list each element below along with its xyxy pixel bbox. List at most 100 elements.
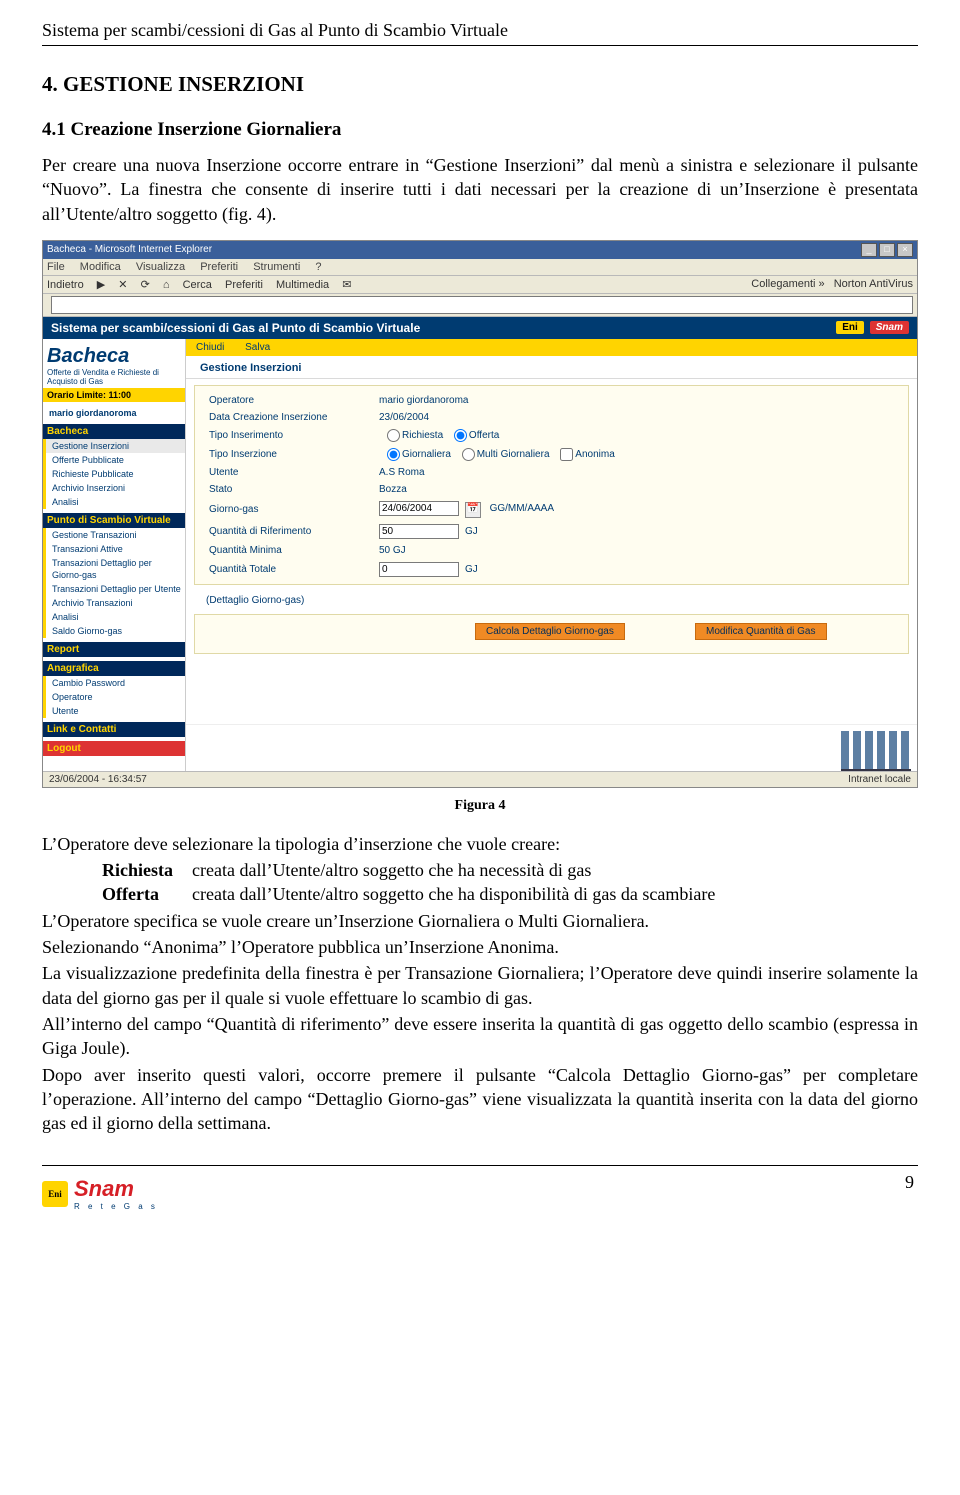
val-richiesta: creata dall’Utente/altro soggetto che ha…	[192, 860, 591, 880]
page-number: 9	[905, 1172, 918, 1193]
label-dettaglio-giorno: (Dettaglio Giorno-gas)	[186, 591, 917, 608]
status-timestamp: 23/06/2004 - 16:34:57	[49, 774, 147, 785]
intro-paragraph: Per creare una nuova Inserzione occorre …	[42, 153, 918, 226]
refresh-icon[interactable]: ⟳	[141, 279, 150, 291]
menu-preferiti[interactable]: Preferiti	[200, 261, 238, 273]
input-quantita-tot[interactable]	[379, 562, 459, 577]
sidebar-item-operatore[interactable]: Operatore	[43, 690, 185, 704]
minimize-icon[interactable]: _	[861, 243, 877, 257]
favorites-button[interactable]: Preferiti	[225, 279, 263, 291]
body-p3: Selezionando “Anonima” l’Operatore pubbl…	[42, 935, 918, 959]
sidebar-logout[interactable]: Logout	[43, 741, 185, 756]
value-operatore: mario giordanoroma	[379, 395, 894, 406]
label-tipo-inserimento: Tipo Inserimento	[209, 430, 379, 441]
bacheca-logo: Bacheca	[43, 339, 185, 368]
radio-giornaliera[interactable]	[387, 448, 400, 461]
pipes-icon	[841, 731, 911, 771]
search-button[interactable]: Cerca	[183, 279, 212, 291]
sidebar-item-trans-dett-utente[interactable]: Transazioni Dettaglio per Utente	[43, 582, 185, 596]
label-data-creazione: Data Creazione Inserzione	[209, 412, 379, 423]
value-utente: A.S Roma	[379, 467, 894, 478]
status-zone: Intranet locale	[848, 774, 911, 785]
radio-offerta-label: Offerta	[469, 430, 499, 441]
footer-snam-icon: Snam R e t e G a s	[74, 1176, 158, 1211]
checkbox-anonima-label: Anonima	[575, 449, 614, 460]
radio-multi-giornaliera[interactable]	[462, 448, 475, 461]
radio-richiesta[interactable]	[387, 429, 400, 442]
app-title: Sistema per scambi/cessioni di Gas al Pu…	[51, 321, 420, 335]
sidebar-group-link[interactable]: Link e Contatti	[43, 722, 185, 737]
form-area: Operatoremario giordanoroma Data Creazio…	[194, 385, 909, 585]
close-icon[interactable]: ×	[897, 243, 913, 257]
label-quantita-tot: Quantità Totale	[209, 564, 379, 575]
sidebar-item-analisi-bacheca[interactable]: Analisi	[43, 495, 185, 509]
menu-help[interactable]: ?	[315, 261, 321, 273]
unit-qrif: GJ	[465, 526, 478, 537]
address-input[interactable]	[51, 296, 913, 314]
value-quantita-min: 50 GJ	[379, 545, 894, 556]
sidebar-item-archivio-transazioni[interactable]: Archivio Transazioni	[43, 596, 185, 610]
checkbox-anonima[interactable]	[560, 448, 573, 461]
unit-qtot: GJ	[465, 564, 478, 575]
sidebar-item-offerte[interactable]: Offerte Pubblicate	[43, 453, 185, 467]
input-quantita-rif[interactable]	[379, 524, 459, 539]
antivirus-label[interactable]: Norton AntiVirus	[834, 278, 913, 290]
address-bar	[43, 294, 917, 317]
multimedia-button[interactable]: Multimedia	[276, 279, 329, 291]
body-text: L’Operatore deve selezionare la tipologi…	[42, 832, 918, 1136]
val-offerta: creata dall’Utente/altro soggetto che ha…	[192, 884, 715, 904]
sidebar-item-archivio-inserzioni[interactable]: Archivio Inserzioni	[43, 481, 185, 495]
footer-retegas-text: R e t e G a s	[74, 1202, 158, 1211]
sidebar-user: mario giordanoroma	[43, 402, 185, 424]
eni-logo-icon: Eni	[836, 321, 864, 334]
radio-richiesta-label: Richiesta	[402, 430, 443, 441]
label-quantita-rif: Quantità di Riferimento	[209, 526, 379, 537]
window-titlebar: Bacheca - Microsoft Internet Explorer _ …	[43, 241, 917, 259]
sidebar-group-report[interactable]: Report	[43, 642, 185, 657]
sidebar-item-analisi-psv[interactable]: Analisi	[43, 610, 185, 624]
calendar-icon[interactable]: 📅	[465, 502, 481, 518]
menubar[interactable]: File Modifica Visualizza Preferiti Strum…	[43, 259, 917, 276]
radio-offerta[interactable]	[454, 429, 467, 442]
input-giorno-gas[interactable]	[379, 501, 459, 516]
sidebar-item-gestione-inserzioni[interactable]: Gestione Inserzioni	[43, 439, 185, 453]
body-p5: All’interno del campo “Quantità di rifer…	[42, 1012, 918, 1061]
screenshot-window: Bacheca - Microsoft Internet Explorer _ …	[42, 240, 918, 788]
tab-chiudi[interactable]: Chiudi	[196, 342, 224, 353]
sidebar-item-richieste[interactable]: Richieste Pubblicate	[43, 467, 185, 481]
links-label[interactable]: Collegamenti »	[751, 278, 824, 290]
window-title: Bacheca - Microsoft Internet Explorer	[47, 244, 212, 255]
back-button[interactable]: Indietro	[47, 279, 84, 291]
sidebar-item-gestione-transazioni[interactable]: Gestione Transazioni	[43, 528, 185, 542]
sidebar-item-saldo[interactable]: Saldo Giorno-gas	[43, 624, 185, 638]
snam-logo-icon: Snam	[870, 321, 909, 334]
body-p1: L’Operatore deve selezionare la tipologi…	[42, 832, 918, 856]
home-icon[interactable]: ⌂	[163, 279, 170, 291]
radio-multi-giornaliera-label: Multi Giornaliera	[477, 449, 550, 460]
sidebar-item-transazioni-attive[interactable]: Transazioni Attive	[43, 542, 185, 556]
body-p4: La visualizzazione predefinita della fin…	[42, 961, 918, 1010]
menu-modifica[interactable]: Modifica	[80, 261, 121, 273]
bottom-rule	[42, 1165, 918, 1166]
orario-limite: Orario Limite: 11:00	[43, 388, 185, 402]
tab-salva[interactable]: Salva	[245, 342, 270, 353]
mail-icon[interactable]: ✉	[342, 279, 351, 291]
calcola-dettaglio-button[interactable]: Calcola Dettaglio Giorno-gas	[475, 623, 625, 640]
menu-strumenti[interactable]: Strumenti	[253, 261, 300, 273]
footer-snam-text: Snam	[74, 1176, 134, 1201]
sidebar-item-cambio-password[interactable]: Cambio Password	[43, 676, 185, 690]
sidebar-item-trans-dett-giorno[interactable]: Transazioni Dettaglio per Giorno-gas	[43, 556, 185, 582]
menu-file[interactable]: File	[47, 261, 65, 273]
action-tabs: Chiudi Salva	[186, 339, 917, 356]
section-title: 4. GESTIONE INSERZIONI	[42, 72, 918, 97]
toolbar: Indietro ▶ ✕ ⟳ ⌂ Cerca Preferiti Multime…	[43, 276, 917, 294]
stop-icon[interactable]: ✕	[118, 279, 127, 291]
radio-giornaliera-label: Giornaliera	[402, 449, 451, 460]
maximize-icon[interactable]: □	[879, 243, 895, 257]
doc-header: Sistema per scambi/cessioni di Gas al Pu…	[42, 20, 918, 41]
forward-icon[interactable]: ▶	[97, 279, 105, 291]
modifica-quantita-button[interactable]: Modifica Quantità di Gas	[695, 623, 827, 640]
sidebar-item-utente[interactable]: Utente	[43, 704, 185, 718]
panel-title: Gestione Inserzioni	[186, 356, 917, 379]
menu-visualizza[interactable]: Visualizza	[136, 261, 185, 273]
